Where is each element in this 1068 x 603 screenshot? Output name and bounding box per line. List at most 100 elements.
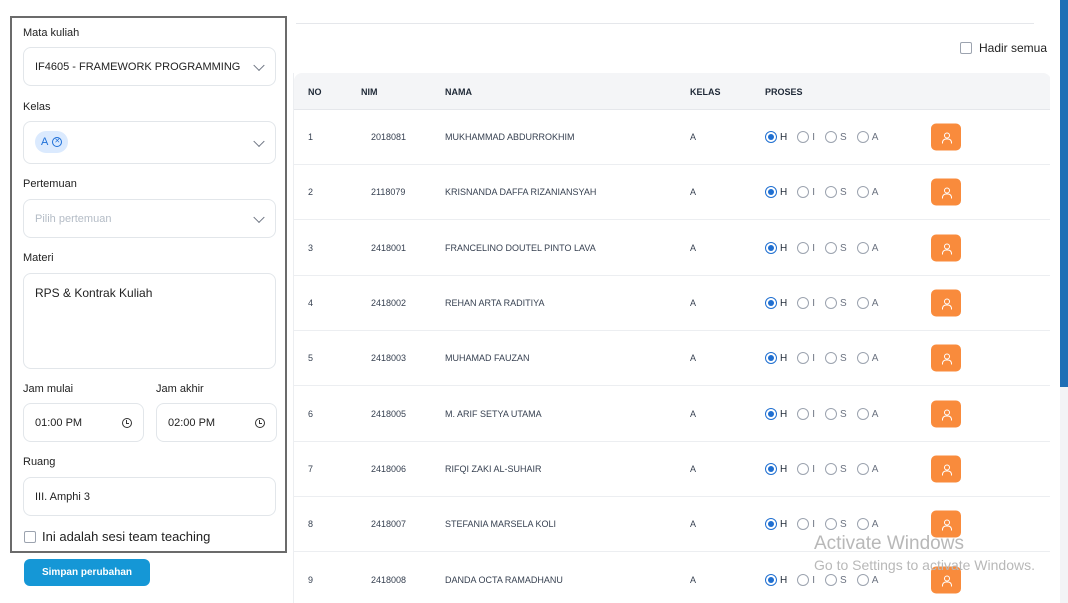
radio-button[interactable] xyxy=(856,352,869,364)
radio-label: S xyxy=(840,131,847,143)
row-no: 1 xyxy=(308,132,314,142)
radio-button[interactable] xyxy=(765,463,777,475)
radio-button[interactable] xyxy=(765,131,777,143)
scrollbar[interactable] xyxy=(1060,0,1068,603)
radio-button[interactable] xyxy=(856,297,869,309)
student-detail-button[interactable] xyxy=(931,123,961,151)
student-detail-button[interactable] xyxy=(931,178,961,206)
radio-a[interactable]: A xyxy=(856,297,879,309)
remove-tag-icon[interactable]: ✕ xyxy=(52,137,63,147)
radio-a[interactable]: A xyxy=(856,352,878,364)
radio-button[interactable] xyxy=(797,352,810,364)
radio-i[interactable]: I xyxy=(797,297,815,309)
jam-akhir-input[interactable]: 02:00 PM xyxy=(156,403,277,442)
row-kelas: A xyxy=(690,409,697,419)
radio-h[interactable]: H xyxy=(765,408,787,420)
radio-s[interactable]: S xyxy=(825,186,847,198)
radio-button[interactable] xyxy=(856,518,869,530)
radio-button[interactable] xyxy=(797,242,810,254)
radio-button[interactable] xyxy=(825,352,838,364)
radio-button[interactable] xyxy=(825,408,838,420)
clock-icon[interactable] xyxy=(255,417,265,428)
radio-i[interactable]: I xyxy=(797,408,815,420)
scrollbar-thumb[interactable] xyxy=(1060,0,1068,387)
radio-i[interactable]: I xyxy=(797,131,815,143)
radio-button[interactable] xyxy=(856,574,869,586)
radio-button[interactable] xyxy=(825,242,838,254)
student-detail-button[interactable] xyxy=(931,344,961,372)
radio-button[interactable] xyxy=(856,408,869,420)
ruang-input[interactable]: III. Amphi 3 xyxy=(23,477,276,516)
radio-h[interactable]: H xyxy=(765,463,787,475)
radio-button[interactable] xyxy=(765,242,777,254)
radio-s[interactable]: S xyxy=(825,242,847,254)
radio-button[interactable] xyxy=(797,297,810,309)
radio-button[interactable] xyxy=(825,463,838,475)
mata-kuliah-select[interactable]: IF4605 - FRAMEWORK PROGRAMMING xyxy=(23,47,276,86)
radio-button[interactable] xyxy=(765,408,777,420)
radio-h[interactable]: H xyxy=(765,297,787,309)
attendance-radio-group: HISA xyxy=(765,408,878,420)
radio-a[interactable]: A xyxy=(856,408,878,420)
radio-s[interactable]: S xyxy=(825,131,847,143)
radio-s[interactable]: S xyxy=(825,463,847,475)
radio-i[interactable]: I xyxy=(797,574,815,586)
radio-h[interactable]: H xyxy=(765,131,787,143)
radio-i[interactable]: I xyxy=(797,352,815,364)
radio-button[interactable] xyxy=(797,463,810,475)
radio-a[interactable]: A xyxy=(856,131,878,143)
radio-button[interactable] xyxy=(797,518,810,530)
radio-i[interactable]: I xyxy=(797,463,815,475)
radio-button[interactable] xyxy=(825,131,838,143)
radio-s[interactable]: S xyxy=(825,574,847,586)
radio-i[interactable]: I xyxy=(797,186,815,198)
radio-a[interactable]: A xyxy=(856,242,878,254)
save-button[interactable]: Simpan perubahan xyxy=(24,559,150,586)
radio-button[interactable] xyxy=(856,186,869,198)
radio-button[interactable] xyxy=(765,352,777,364)
pertemuan-select[interactable]: Pilih pertemuan xyxy=(23,199,276,238)
radio-button[interactable] xyxy=(765,186,777,198)
radio-h[interactable]: H xyxy=(765,186,787,198)
radio-h[interactable]: H xyxy=(765,518,787,530)
radio-button[interactable] xyxy=(765,518,777,530)
radio-h[interactable]: H xyxy=(765,574,787,586)
radio-a[interactable]: A xyxy=(856,463,878,475)
radio-button[interactable] xyxy=(856,463,869,475)
radio-button[interactable] xyxy=(797,574,810,586)
radio-s[interactable]: S xyxy=(825,352,847,364)
kelas-select[interactable]: A ✕ xyxy=(23,121,276,164)
radio-button[interactable] xyxy=(797,186,810,198)
radio-a[interactable]: A xyxy=(856,186,878,198)
radio-s[interactable]: S xyxy=(825,297,847,309)
student-detail-button[interactable] xyxy=(931,289,961,317)
radio-button[interactable] xyxy=(825,297,838,309)
student-detail-button[interactable] xyxy=(931,234,961,262)
radio-label: A xyxy=(871,297,879,309)
student-detail-button[interactable] xyxy=(931,400,961,428)
radio-button[interactable] xyxy=(856,242,869,254)
radio-button[interactable] xyxy=(797,131,810,143)
radio-button[interactable] xyxy=(765,297,777,309)
radio-i[interactable]: I xyxy=(797,242,815,254)
radio-button[interactable] xyxy=(856,131,869,143)
radio-h[interactable]: H xyxy=(765,242,787,254)
radio-button[interactable] xyxy=(765,574,777,586)
radio-s[interactable]: S xyxy=(825,408,847,420)
hadir-semua-control[interactable]: Hadir semua xyxy=(960,41,1047,55)
radio-button[interactable] xyxy=(825,186,838,198)
radio-h[interactable]: H xyxy=(765,352,787,364)
radio-i[interactable]: I xyxy=(797,518,815,530)
materi-textarea[interactable]: RPS & Kontrak Kuliah xyxy=(23,273,276,369)
radio-button[interactable] xyxy=(797,408,810,420)
radio-a[interactable]: A xyxy=(856,574,878,586)
clock-icon[interactable] xyxy=(122,417,132,428)
radio-button[interactable] xyxy=(825,574,838,586)
hadir-semua-checkbox[interactable] xyxy=(960,42,972,54)
student-detail-button[interactable] xyxy=(931,455,961,483)
radio-s[interactable]: S xyxy=(825,518,847,530)
radio-a[interactable]: A xyxy=(856,518,878,530)
jam-mulai-input[interactable]: 01:00 PM xyxy=(23,403,144,442)
team-teaching-checkbox[interactable] xyxy=(24,531,36,543)
radio-button[interactable] xyxy=(825,518,838,530)
